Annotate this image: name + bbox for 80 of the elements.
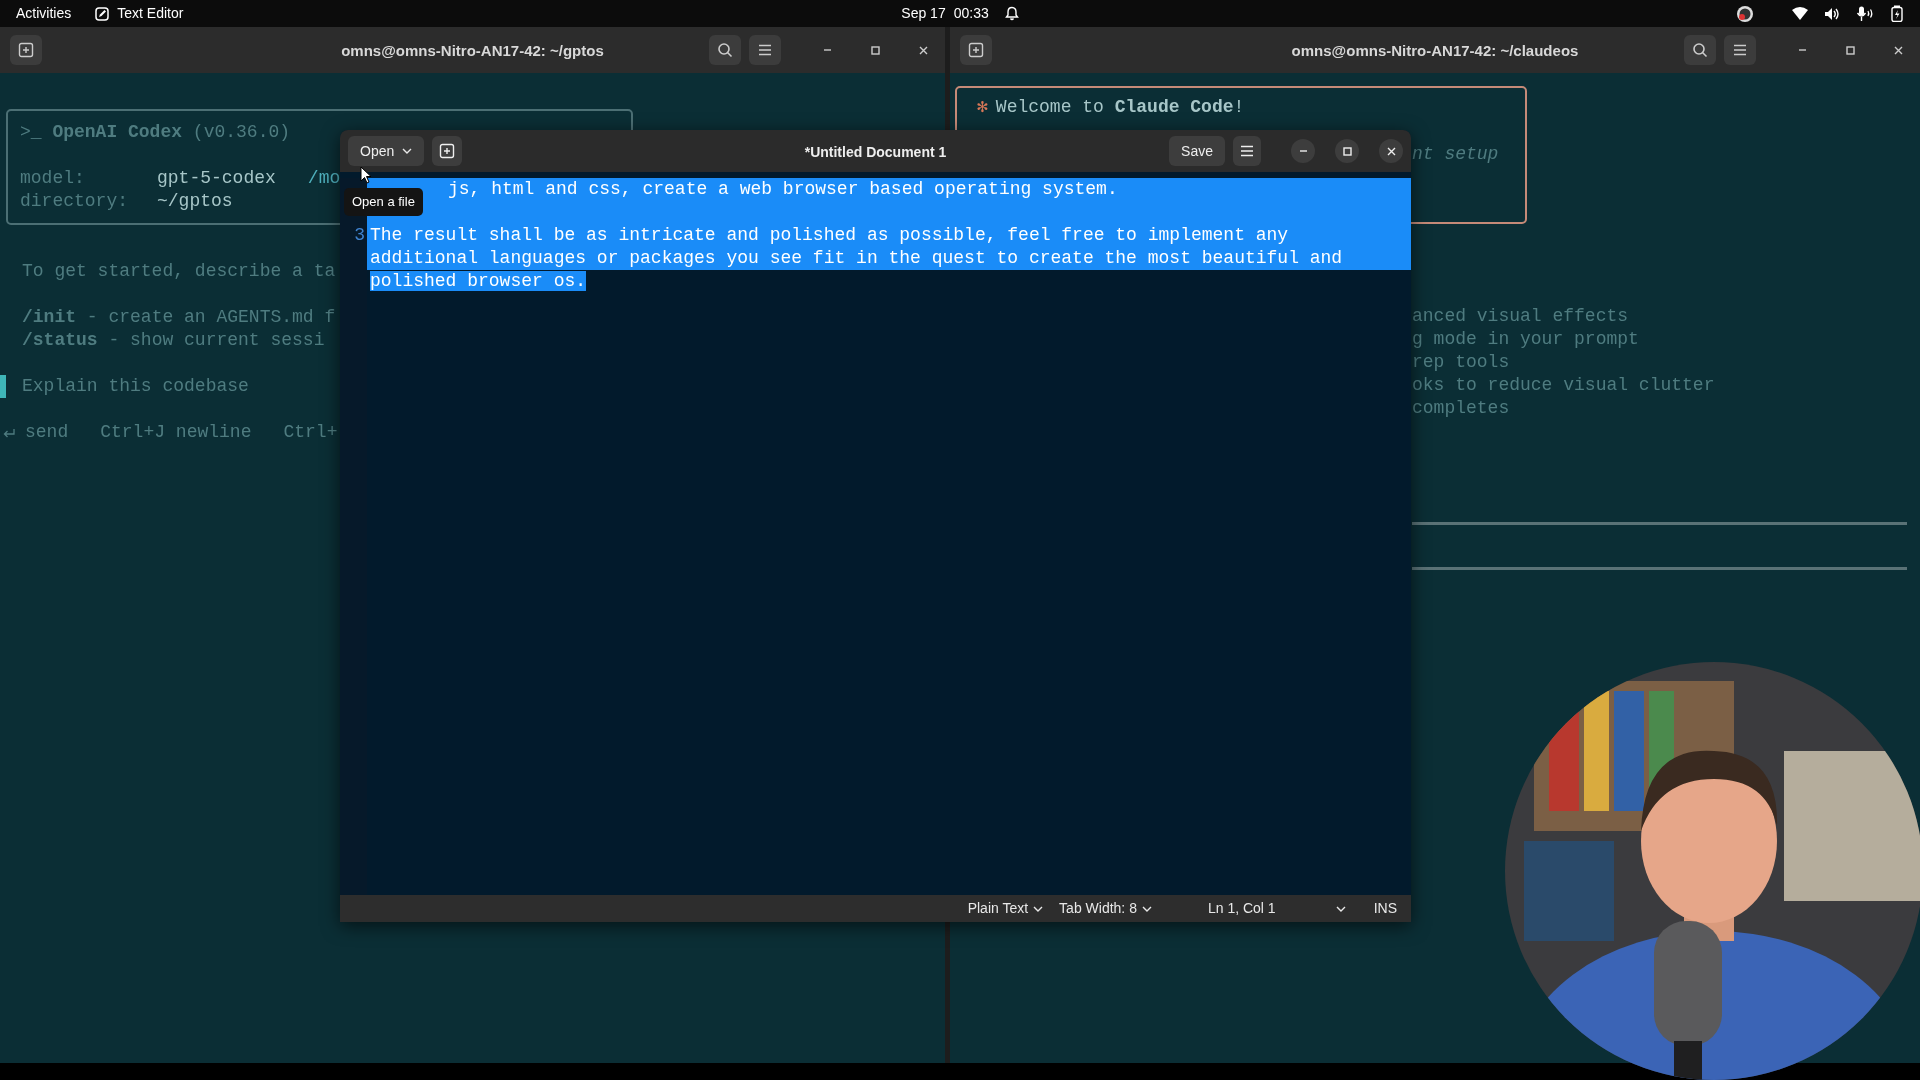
document-title: *Untitled Document 1: [804, 143, 947, 162]
plus-square-icon: [439, 143, 456, 159]
command-line: /init - create an AGENTS.md f: [22, 306, 336, 329]
shortcut-hint: Ctrl+: [283, 421, 338, 444]
chevron-down-icon: [402, 148, 413, 154]
command-hint: /mo: [307, 167, 341, 190]
tip-line: rep tools: [1412, 351, 1510, 374]
menu-button[interactable]: [1233, 136, 1261, 166]
activities-button[interactable]: Activities: [16, 3, 72, 24]
battery-icon[interactable]: [1890, 5, 1904, 22]
edit-icon: [95, 6, 110, 21]
plus-square-icon: [968, 42, 984, 58]
intro-text: To get started, describe a ta: [22, 260, 336, 283]
sparkle-icon: ✻: [977, 96, 988, 119]
tip-line: completes: [1412, 397, 1510, 420]
text-line: additional languages or packages you see fit in the quest to create the most beautiful and: [370, 248, 1343, 268]
maximize-icon: [1342, 146, 1352, 156]
shortcut-hint: Ctrl+J newline: [100, 421, 252, 444]
tab-width-dropdown[interactable]: Tab Width: 8: [1059, 898, 1152, 919]
welcome-text: Welcome to Claude Code!: [995, 96, 1245, 119]
minimize-button[interactable]: [1291, 139, 1315, 163]
close-button[interactable]: [1379, 139, 1403, 163]
menu-icon: [1240, 145, 1254, 157]
window-title: omns@omns-Nitro-AN17-42: ~/gptos: [341, 41, 604, 61]
wifi-icon[interactable]: [1792, 6, 1808, 21]
save-button[interactable]: Save: [1169, 136, 1225, 166]
info-label: model:: [20, 167, 86, 190]
window-title: omns@omns-Nitro-AN17-42: ~/claudeos: [1291, 41, 1579, 61]
maximize-icon: [870, 45, 880, 55]
new-tab-button[interactable]: [960, 35, 992, 65]
chevron-down-icon: [1335, 905, 1346, 912]
app-menu[interactable]: Text Editor: [117, 3, 184, 24]
open-button[interactable]: Open: [348, 136, 425, 166]
close-icon: [1893, 45, 1903, 55]
insert-mode: INS: [1373, 899, 1397, 918]
tip-line: g mode in your prompt: [1412, 328, 1639, 351]
setup-text: nt setup: [1412, 143, 1499, 166]
return-icon: [3, 427, 15, 438]
tip-line: oks to reduce visual clutter: [1412, 374, 1715, 397]
text-line: The result shall be as intricate and polished as possible, feel free to implement any: [370, 225, 1289, 245]
minimize-icon: [1298, 150, 1308, 152]
info-value: ~/gptos: [157, 190, 233, 213]
minimize-icon: [1797, 49, 1807, 51]
new-tab-button[interactable]: [10, 35, 42, 65]
prompt-field[interactable]: Explain this codebase: [0, 375, 310, 398]
minimize-icon: [822, 49, 832, 51]
language-dropdown[interactable]: Plain Text: [967, 898, 1044, 919]
search-icon: [717, 42, 733, 58]
maximize-button[interactable]: [1335, 139, 1359, 163]
tip-line: anced visual effects: [1412, 305, 1629, 328]
codex-header: >_ OpenAI Codex (v0.36.0): [20, 121, 292, 144]
search-button[interactable]: [1684, 35, 1716, 65]
cursor-position[interactable]: Ln 1, Col 1: [1207, 898, 1276, 919]
search-button[interactable]: [709, 35, 741, 65]
info-value: gpt-5-codex: [157, 167, 276, 190]
menu-icon: [1733, 44, 1747, 56]
menu-icon: [758, 44, 772, 56]
clock-button[interactable]: Sep 17 00:33: [901, 3, 989, 24]
text-line: js, html and css, create a web browser based operating system.: [448, 178, 1118, 201]
search-icon: [1692, 42, 1708, 58]
position-dropdown[interactable]: [1335, 905, 1346, 912]
bell-icon: [1004, 6, 1019, 21]
close-icon: [918, 45, 928, 55]
new-tab-button[interactable]: [432, 136, 463, 166]
menu-button[interactable]: [1724, 35, 1756, 65]
volume-icon[interactable]: [1824, 6, 1840, 21]
command-line: /status - show current sessi: [22, 329, 325, 352]
close-icon: [1386, 146, 1396, 156]
line-number: 3: [353, 224, 366, 247]
info-label: directory:: [20, 190, 130, 213]
menu-button[interactable]: [749, 35, 781, 65]
chevron-down-icon: [1141, 905, 1152, 912]
microphone-icon[interactable]: [1856, 5, 1874, 22]
tooltip: Open a file: [344, 188, 423, 216]
maximize-icon: [1845, 45, 1855, 55]
plus-square-icon: [18, 42, 34, 58]
cursor-icon: [360, 166, 372, 184]
chevron-down-icon: [1033, 905, 1044, 912]
record-icon[interactable]: [1736, 4, 1754, 23]
shortcut-hint: send: [25, 421, 69, 444]
